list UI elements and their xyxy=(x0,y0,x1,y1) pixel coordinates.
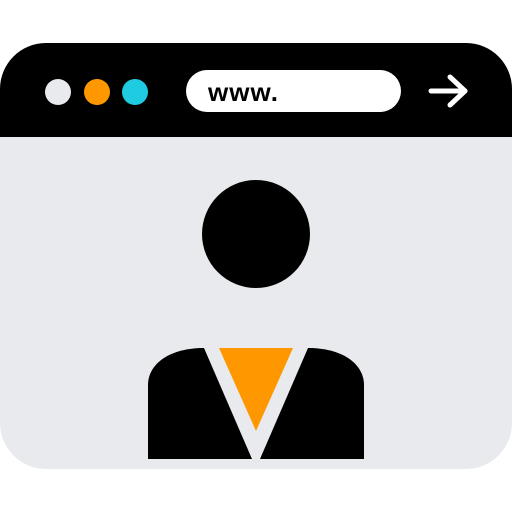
user-profile-icon xyxy=(148,180,364,459)
page-content xyxy=(0,137,512,469)
address-text: www. xyxy=(208,77,279,107)
window-dot-cyan[interactable] xyxy=(122,79,148,105)
address-bar[interactable]: www. xyxy=(186,70,401,112)
avatar-head xyxy=(202,180,310,288)
browser-titlebar: www. xyxy=(0,43,512,137)
arrow-right-icon xyxy=(428,74,468,108)
browser-window: www. xyxy=(0,43,512,469)
go-button[interactable] xyxy=(422,69,476,113)
window-dot-orange[interactable] xyxy=(84,79,110,105)
window-dot-gray[interactable] xyxy=(45,79,71,105)
